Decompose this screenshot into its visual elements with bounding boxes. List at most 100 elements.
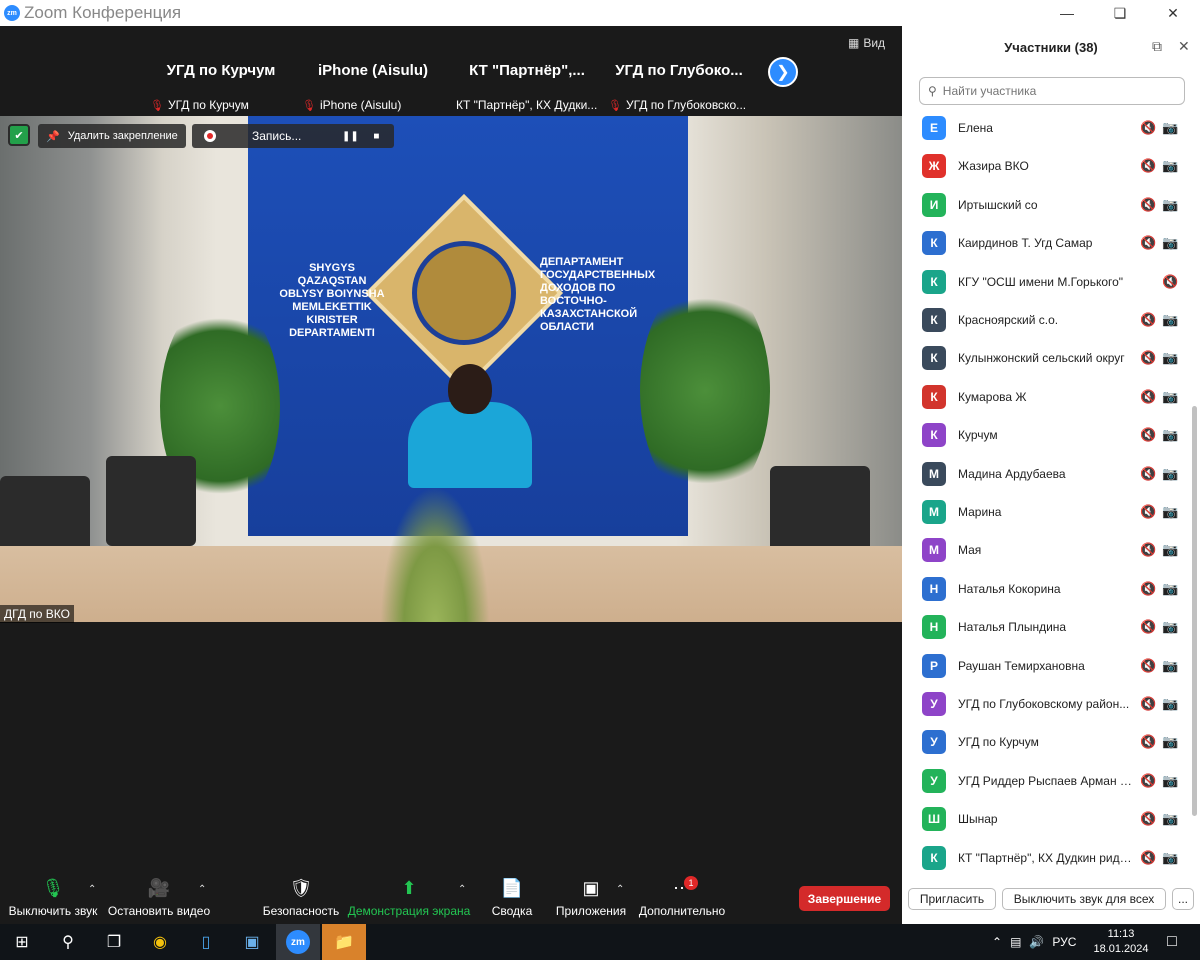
participant-row[interactable]: М Мадина Ардубаева 🔇 📷 <box>902 455 1192 493</box>
search-taskbar-button[interactable]: ⚲ <box>46 924 90 960</box>
panel-more-button[interactable]: ... <box>1172 888 1194 910</box>
mic-muted-icon: 🔇 <box>1140 542 1157 558</box>
invite-button[interactable]: Пригласить <box>908 888 996 910</box>
more-label: Дополнительно <box>638 904 726 918</box>
language-indicator[interactable]: РУС <box>1052 935 1076 949</box>
thumbnail-tile[interactable]: УГД по Курчум 🎙 УГД по Курчум <box>146 30 296 114</box>
search-input[interactable] <box>942 84 1163 98</box>
security-button[interactable]: 🛡 Безопасность <box>263 876 340 922</box>
task-view-icon: ❐ <box>106 934 122 951</box>
participant-row[interactable]: М Мая 🔇 📷 <box>902 531 1192 569</box>
end-meeting-button[interactable]: Завершение <box>799 886 890 911</box>
participant-row[interactable]: У УГД по Курчум 🔇 📷 <box>902 723 1192 761</box>
chrome-taskbar-button[interactable]: ◉ <box>138 924 182 960</box>
mute-label: Выключить звук <box>8 904 98 918</box>
participant-row[interactable]: Е Елена 🔇 📷 <box>902 109 1192 147</box>
participant-row[interactable]: Ж Жазира ВКО 🔇 📷 <box>902 147 1192 185</box>
apps-label: Приложения <box>555 904 627 918</box>
task-view-button[interactable]: ❐ <box>92 924 136 960</box>
notifications-button[interactable]: □ <box>1150 924 1194 960</box>
chevron-up-icon[interactable]: ⌃ <box>992 935 1002 949</box>
time: 11:13 <box>1107 928 1135 940</box>
zoom-logo-icon: zm <box>4 5 20 21</box>
close-icon[interactable]: ✕ <box>1178 38 1190 55</box>
shield-icon: 🛡 <box>289 878 313 898</box>
participant-row[interactable]: К Красноярский с.о. 🔇 📷 <box>902 301 1192 339</box>
next-page-button[interactable]: ❯ <box>768 57 798 87</box>
summary-button[interactable]: 📄 Сводка <box>490 876 534 922</box>
participant-row[interactable]: Н Наталья Кокорина 🔇 📷 <box>902 570 1192 608</box>
view-button[interactable]: ▦ Вид <box>848 36 885 50</box>
participant-row[interactable]: У УГД по Глубоковскому район... 🔇 📷 <box>902 685 1192 723</box>
participant-name: Жазира ВКО <box>958 159 1029 174</box>
maximize-button[interactable]: ❏ <box>1093 0 1147 26</box>
scrollbar[interactable] <box>1192 406 1197 816</box>
app-taskbar-button[interactable]: ▣ <box>230 924 274 960</box>
mute-all-button[interactable]: Выключить звук для всех <box>1002 888 1166 910</box>
avatar: М <box>922 461 946 486</box>
participant-name: Наталья Плындина <box>958 620 1067 635</box>
folder-icon: 📁 <box>334 934 354 951</box>
share-screen-button[interactable]: ⬆ Демонстрация экрана <box>348 876 471 922</box>
participant-row[interactable]: К Кулынжонский сельский округ 🔇 📷 <box>902 339 1192 377</box>
participant-row[interactable]: Р Раушан Темирхановна 🔇 📷 <box>902 647 1192 685</box>
participant-row[interactable]: К Кумарова Ж 🔇 📷 <box>902 378 1192 416</box>
unpin-label: Удалить закрепление <box>67 130 178 142</box>
start-button[interactable]: ⊞ <box>0 924 44 960</box>
audio-options-caret[interactable]: ⌃ <box>88 884 96 895</box>
record-icon <box>204 130 216 142</box>
search-field[interactable]: ⚲ <box>919 77 1185 105</box>
participant-row[interactable]: М Марина 🔇 📷 <box>902 493 1192 531</box>
avatar: К <box>922 384 946 409</box>
participant-row[interactable]: К КГУ "ОСШ имени М.Горького" 🔇 <box>902 263 1192 301</box>
camera-off-icon: 📷 <box>1162 158 1179 174</box>
mic-muted-icon: 🔇 <box>1162 273 1179 289</box>
unpin-button[interactable]: 📌 Удалить закрепление <box>38 124 186 148</box>
clock[interactable]: 11:13 18.01.2024 <box>1092 927 1150 957</box>
pause-recording-button[interactable]: ❚❚ <box>339 125 361 147</box>
more-button[interactable]: ⋯ Дополнительно <box>638 876 726 922</box>
network-icon[interactable]: ▤ <box>1010 935 1021 949</box>
close-window-button[interactable]: ✕ <box>1146 0 1200 26</box>
participant-name: Шынар <box>958 812 998 827</box>
title-bar: zm Zoom Конференция <box>0 0 1200 26</box>
thumbnail-tile[interactable]: КТ "Партнёр",... КТ "Партнёр", КХ Дудки.… <box>452 30 602 114</box>
explorer-taskbar-button[interactable]: 📁 <box>322 924 366 960</box>
avatar: М <box>922 500 946 524</box>
avatar: У <box>922 692 946 716</box>
shield-icon[interactable]: ✔ <box>8 124 30 146</box>
windows-logo-icon: ⊞ <box>15 934 29 951</box>
stop-video-button[interactable]: 🎥 Остановить видео <box>107 876 211 922</box>
camera-off-icon: 📷 <box>1162 350 1179 366</box>
participant-row[interactable]: К Курчум 🔇 📷 <box>902 416 1192 454</box>
avatar: И <box>922 192 946 217</box>
zoom-icon: zm <box>286 930 310 954</box>
participant-name: КТ "Партнёр", КХ Дудкин риддер <box>958 850 1136 865</box>
apps-options-caret[interactable]: ⌃ <box>616 884 624 895</box>
stop-recording-button[interactable]: ■ <box>365 125 387 147</box>
participant-row[interactable]: И Иртышский со 🔇 📷 <box>902 186 1192 224</box>
share-options-caret[interactable]: ⌃ <box>458 884 466 895</box>
stop-video-label: Остановить видео <box>107 904 211 918</box>
popout-icon[interactable]: ⧉ <box>1152 38 1162 55</box>
participant-row[interactable]: К КТ "Партнёр", КХ Дудкин риддер 🔇 📷 <box>902 839 1192 877</box>
apps-button[interactable]: ▣ Приложения <box>556 876 626 922</box>
participant-row[interactable]: У УГД Риддер Рыспаев Арман Б... 🔇 📷 <box>902 762 1192 800</box>
volume-icon[interactable]: 🔊 <box>1029 935 1044 949</box>
thumbnail-tile[interactable]: iPhone (Aisulu) 🎙 iPhone (Aisulu) <box>298 30 448 114</box>
app-taskbar-button[interactable]: ▯ <box>184 924 228 960</box>
camera-off-icon: 📷 <box>1162 811 1179 827</box>
thumbnail-label: iPhone (Aisulu) <box>319 98 402 112</box>
video-options-caret[interactable]: ⌃ <box>198 884 206 895</box>
zoom-taskbar-button[interactable]: zm <box>276 924 320 960</box>
participant-row[interactable]: Ш Шынар 🔇 📷 <box>902 800 1192 838</box>
windows-taskbar: ⊞ ⚲ ❐ ◉ ▯ ▣ zm 📁 ⌃ ▤ 🔊 РУС 11:13 18.01.2… <box>0 924 1200 960</box>
thumbnail-tile[interactable]: УГД по Глубоко... 🎙 УГД по Глубоковско... <box>604 30 754 114</box>
participant-row[interactable]: К Каирдинов Т. Угд Самар 🔇 📷 <box>902 224 1192 262</box>
mute-button[interactable]: 🎙 Выключить звук <box>8 876 98 922</box>
participant-row[interactable]: Н Наталья Плындина 🔇 📷 <box>902 608 1192 646</box>
participant-list: Е Елена 🔇 📷 Ж Жазира ВКО 🔇 📷 И Иртышский со 🔇 📷 К Каи… <box>902 109 1192 877</box>
minimize-button[interactable]: — <box>1040 0 1094 26</box>
apps-icon: ▣ <box>582 878 600 898</box>
avatar: У <box>922 730 946 755</box>
